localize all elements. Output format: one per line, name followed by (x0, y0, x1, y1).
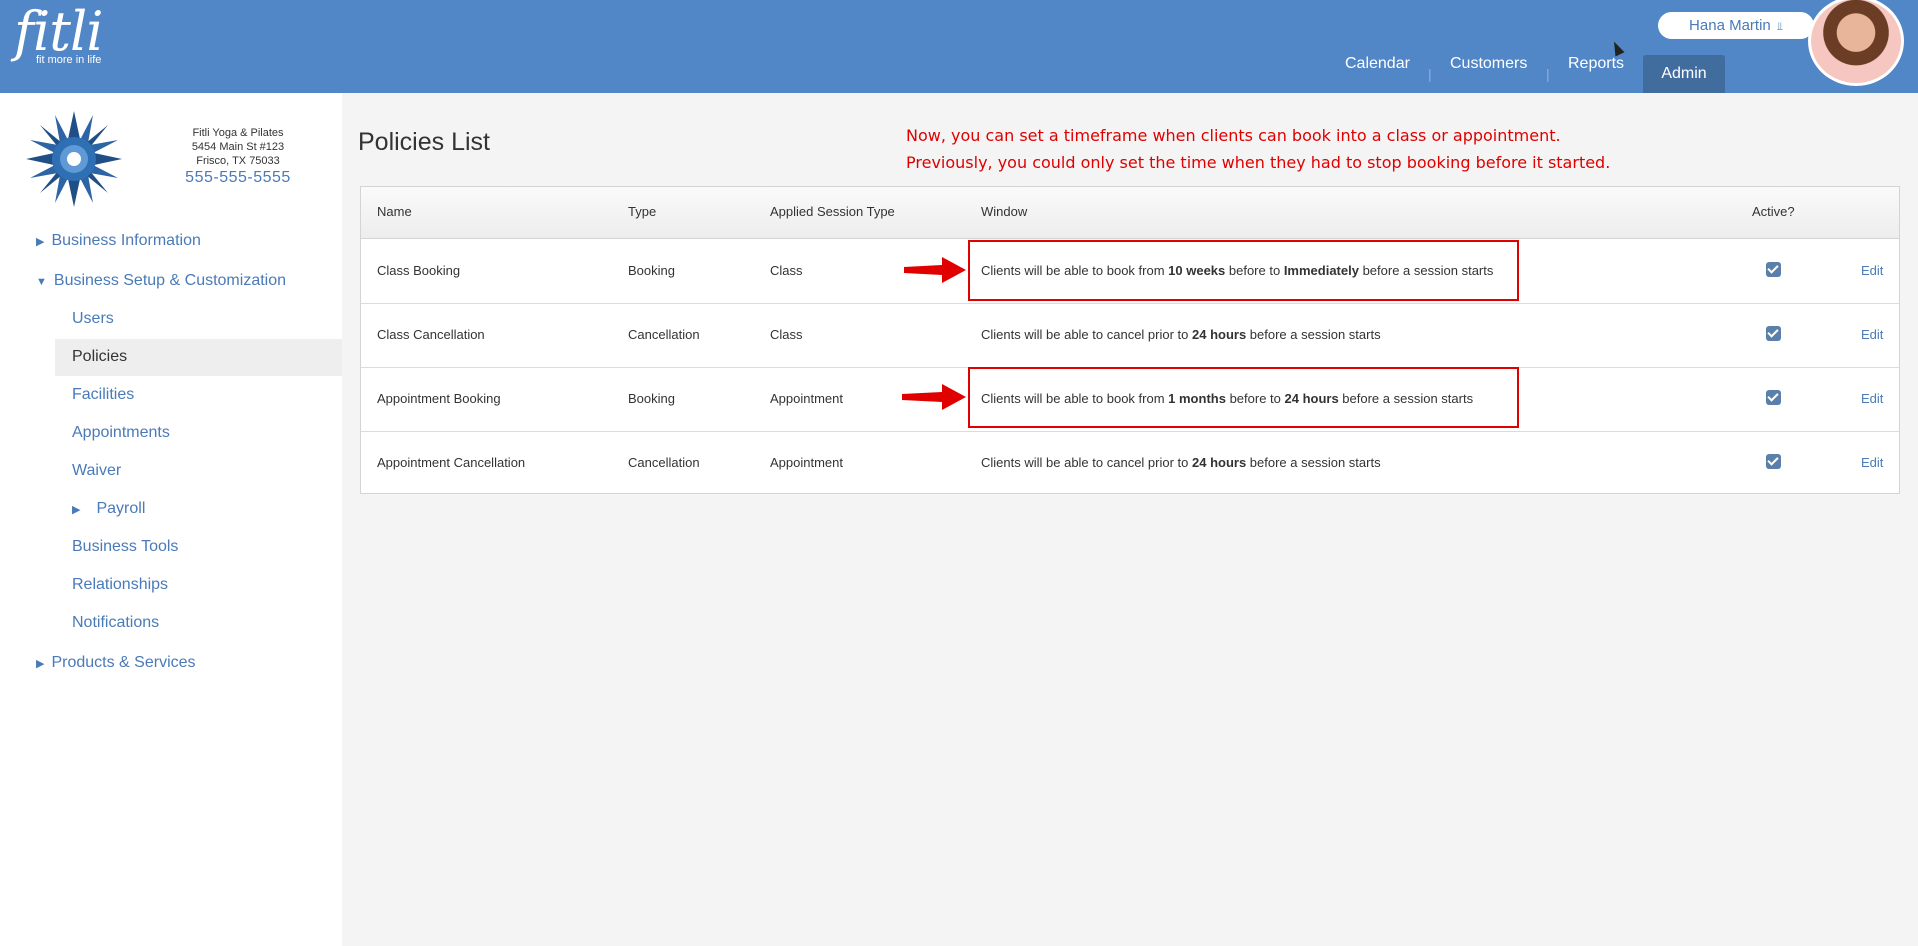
sidebar-item-notifications[interactable]: Notifications (72, 614, 159, 632)
business-name: Fitli Yoga & Pilates (192, 127, 284, 139)
business-phone[interactable]: 555-555-5555 (160, 170, 316, 186)
nav-reports[interactable]: Reports (1568, 55, 1624, 73)
active-checkbox[interactable] (1766, 454, 1781, 469)
sidebar-item-label: Business Setup & Customization (53, 272, 287, 289)
nav-customers[interactable]: Customers (1450, 55, 1527, 73)
user-menu[interactable]: Hana Martin ⫫ (1658, 12, 1814, 39)
column-header-type[interactable]: Type (628, 204, 656, 219)
window-text: Clients will be able to cancel prior to (981, 455, 1192, 470)
policies-table: Name Type Applied Session Type Window Ac… (360, 186, 1900, 494)
sidebar-item-products-services[interactable]: ▶ Products & Services (36, 654, 196, 672)
logo-wordmark: fitli (14, 0, 103, 63)
caret-right-icon: ▶ (72, 504, 81, 516)
window-text: before a session starts (1246, 327, 1381, 342)
window-text: before a session starts (1246, 455, 1381, 470)
policy-name: Appointment Cancellation (377, 455, 526, 470)
nav-admin[interactable]: Admin (1643, 55, 1725, 93)
fitli-logo[interactable]: fitli fit more in life (14, 0, 103, 67)
annotation-highlight-box (968, 367, 1519, 428)
annotation-notice: Now, you can set a timeframe when client… (906, 122, 1610, 176)
policy-name: Class Cancellation (377, 327, 485, 342)
column-header-name[interactable]: Name (377, 204, 412, 219)
edit-link[interactable]: Edit (1861, 455, 1883, 470)
sidebar-item-payroll[interactable]: ▶ Payroll (72, 500, 145, 518)
business-address-line2: Frisco, TX 75033 (196, 155, 280, 167)
sidebar-item-policies[interactable]: Policies (72, 348, 127, 366)
edit-link[interactable]: Edit (1861, 391, 1883, 406)
sidebar-item-label: Business Information (51, 232, 201, 249)
edit-link[interactable]: Edit (1861, 327, 1883, 342)
top-bar: fitli fit more in life Calendar | Custom… (0, 0, 1918, 93)
caret-down-icon: ▼ (36, 276, 47, 288)
sidebar-item-label: Payroll (96, 500, 146, 517)
table-row: Appointment Cancellation Cancellation Ap… (361, 431, 1899, 495)
edit-link[interactable]: Edit (1861, 263, 1883, 278)
annotation-line-1: Now, you can set a timeframe when client… (906, 126, 1561, 145)
active-checkbox[interactable] (1766, 262, 1781, 277)
policy-type: Cancellation (628, 455, 700, 470)
policy-session-type: Class (770, 263, 803, 278)
sidebar-item-facilities[interactable]: Facilities (72, 386, 134, 404)
red-arrow-icon (902, 384, 966, 410)
sidebar-item-business-setup[interactable]: ▼ Business Setup & Customization (36, 272, 286, 290)
business-address-line1: 5454 Main St #123 (191, 141, 285, 153)
sidebar: Fitli Yoga & Pilates 5454 Main St #123 F… (0, 93, 342, 946)
policy-window: Clients will be able to cancel prior to … (981, 327, 1381, 342)
policy-name: Appointment Booking (377, 391, 501, 406)
policy-name: Class Booking (377, 263, 461, 278)
policy-session-type: Appointment (770, 455, 843, 470)
sidebar-item-business-information[interactable]: ▶ Business Information (36, 232, 201, 250)
policy-session-type: Appointment (770, 391, 843, 406)
mouse-cursor-icon (1609, 39, 1625, 57)
annotation-highlight-box (968, 240, 1519, 301)
logo-tagline: fit more in life (36, 54, 102, 66)
sidebar-item-relationships[interactable]: Relationships (72, 576, 168, 594)
caret-right-icon: ▶ (36, 658, 45, 670)
sidebar-item-appointments[interactable]: Appointments (72, 424, 170, 442)
window-text: Clients will be able to cancel prior to (981, 327, 1192, 342)
policy-type: Booking (628, 263, 675, 278)
caret-right-icon: ▶ (36, 236, 45, 248)
table-row: Class Cancellation Cancellation Class Cl… (361, 303, 1899, 368)
business-logo (26, 111, 122, 207)
sidebar-item-users[interactable]: Users (72, 310, 114, 328)
policy-window: Clients will be able to cancel prior to … (981, 455, 1381, 470)
nav-calendar[interactable]: Calendar (1345, 55, 1410, 73)
active-checkbox[interactable] (1766, 326, 1781, 341)
nav-separator: | (1428, 66, 1432, 82)
window-start: 24 hours (1192, 327, 1247, 342)
user-name: Hana Martin (1689, 17, 1771, 34)
column-header-session-type[interactable]: Applied Session Type (770, 204, 895, 219)
sidebar-item-label: Products & Services (51, 654, 196, 671)
business-info: Fitli Yoga & Pilates 5454 Main St #123 F… (160, 126, 316, 186)
sidebar-item-business-tools[interactable]: Business Tools (72, 538, 178, 556)
policy-type: Cancellation (628, 327, 700, 342)
table-header: Name Type Applied Session Type Window Ac… (361, 187, 1899, 239)
policy-session-type: Class (770, 327, 803, 342)
chevron-down-icon: ⫫ (1776, 21, 1783, 33)
avatar[interactable] (1808, 0, 1904, 86)
red-arrow-icon (904, 257, 966, 283)
column-header-window[interactable]: Window (981, 204, 1027, 219)
annotation-line-2: Previously, you could only set the time … (906, 153, 1611, 172)
column-header-active[interactable]: Active? (1752, 204, 1795, 219)
window-start: 24 hours (1192, 455, 1247, 470)
active-checkbox[interactable] (1766, 390, 1781, 405)
page-title: Policies List (358, 128, 490, 156)
sidebar-item-waiver[interactable]: Waiver (72, 462, 121, 480)
nav-separator: | (1546, 66, 1550, 82)
policy-type: Booking (628, 391, 675, 406)
